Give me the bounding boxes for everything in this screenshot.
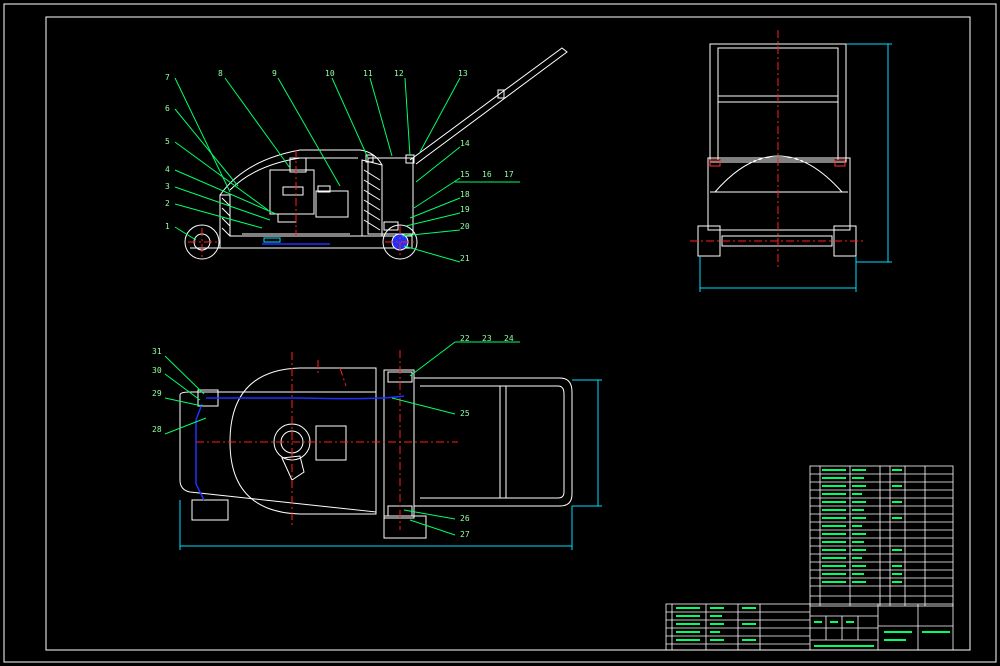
part-label-16: 16 xyxy=(482,170,492,179)
part-label-21: 21 xyxy=(460,254,470,263)
side-view-accents xyxy=(262,237,330,245)
part-label-31: 31 xyxy=(152,347,162,356)
part-label-25: 25 xyxy=(460,409,470,418)
top-view xyxy=(179,367,573,539)
part-label-10: 10 xyxy=(325,69,335,78)
part-label-24: 24 xyxy=(504,334,514,343)
part-label-6: 6 xyxy=(165,104,170,113)
part-label-8: 8 xyxy=(218,69,223,78)
part-label-22: 22 xyxy=(460,334,470,343)
part-label-28: 28 xyxy=(152,425,162,434)
part-label-23: 23 xyxy=(482,334,492,343)
part-label-15: 15 xyxy=(460,170,470,179)
part-label-29: 29 xyxy=(152,389,162,398)
front-view-centerlines xyxy=(690,30,866,270)
part-label-19: 19 xyxy=(460,205,470,214)
part-label-1: 1 xyxy=(165,222,170,231)
drawing-border-outer xyxy=(3,3,997,663)
part-label-18: 18 xyxy=(460,190,470,199)
side-view xyxy=(184,47,568,260)
top-view-belt xyxy=(195,395,405,501)
part-label-9: 9 xyxy=(272,69,277,78)
front-view xyxy=(697,43,857,257)
part-label-5: 5 xyxy=(165,137,170,146)
front-view-dimensions xyxy=(699,43,892,292)
part-label-17: 17 xyxy=(504,170,514,179)
title-block xyxy=(665,603,954,651)
top-view-centerlines xyxy=(196,350,458,530)
part-label-12: 12 xyxy=(394,69,404,78)
part-label-30: 30 xyxy=(152,366,162,375)
part-label-3: 3 xyxy=(165,182,170,191)
part-label-7: 7 xyxy=(165,73,170,82)
part-label-2: 2 xyxy=(165,199,170,208)
cad-drawing-canvas xyxy=(3,3,997,663)
part-label-20: 20 xyxy=(460,222,470,231)
part-label-4: 4 xyxy=(165,165,170,174)
part-label-13: 13 xyxy=(458,69,468,78)
part-label-27: 27 xyxy=(460,530,470,539)
part-label-26: 26 xyxy=(460,514,470,523)
top-view-dimensions xyxy=(179,379,602,550)
part-label-14: 14 xyxy=(460,139,470,148)
part-label-11: 11 xyxy=(363,69,373,78)
